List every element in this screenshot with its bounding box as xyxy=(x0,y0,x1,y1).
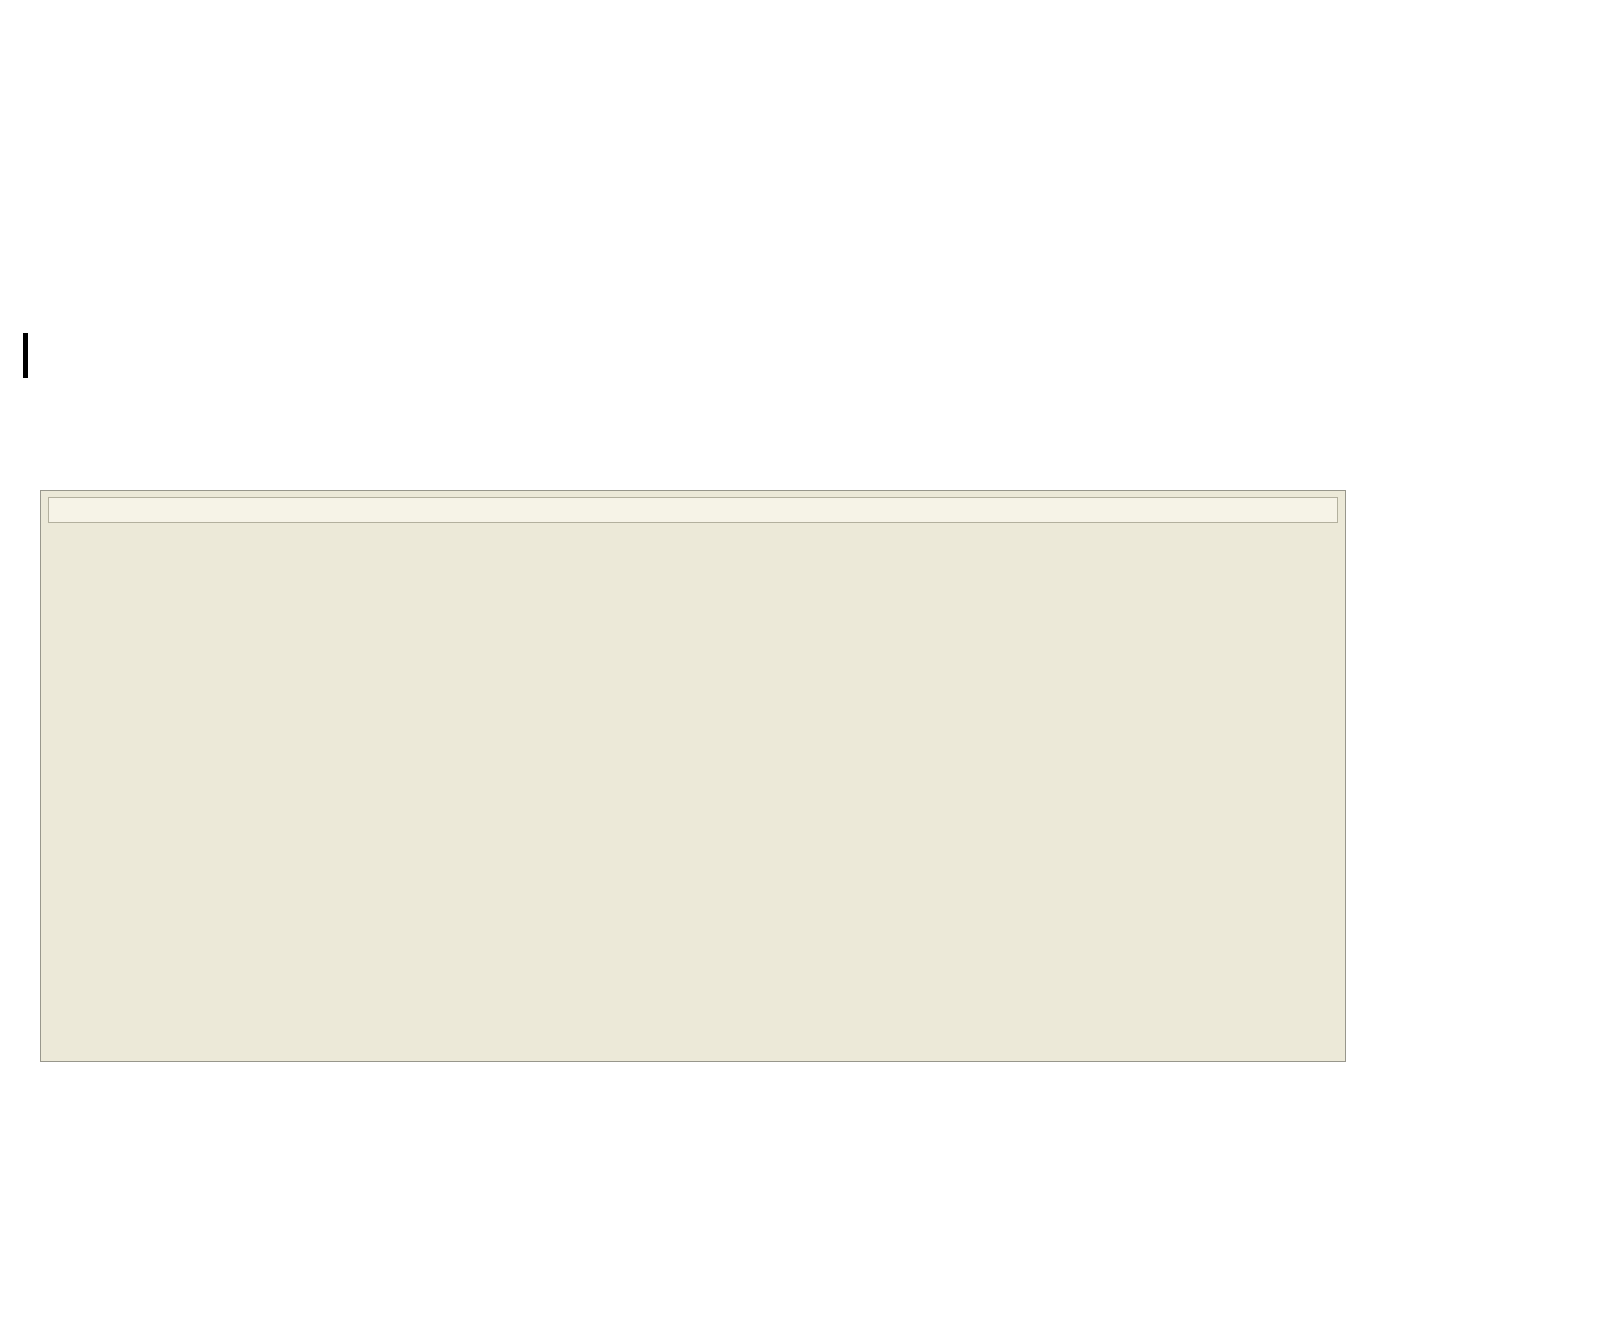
chromatogram-titlebar xyxy=(48,497,1338,523)
chromatogram-panel xyxy=(40,490,1346,1062)
page-content xyxy=(0,0,1601,1329)
text-cursor-artifact xyxy=(23,333,28,378)
chromatogram-plot xyxy=(41,491,1347,1063)
document-page xyxy=(0,0,1601,1329)
